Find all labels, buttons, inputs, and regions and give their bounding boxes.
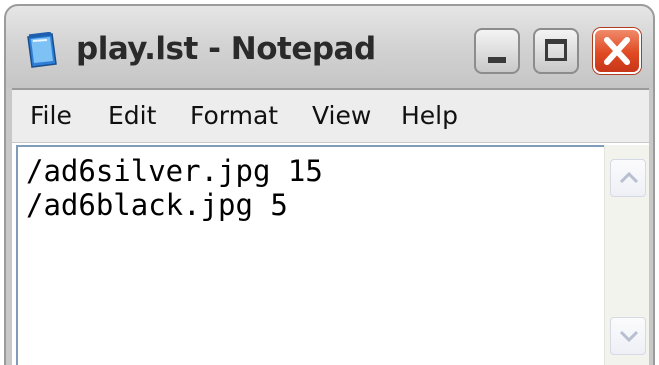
- close-icon: [604, 37, 630, 65]
- editor-line: /ad6black.jpg 5: [26, 188, 288, 222]
- minimize-icon: [488, 57, 506, 63]
- menu-view[interactable]: View: [312, 90, 371, 142]
- window-frame-left: [4, 88, 12, 365]
- chevron-up-icon: [619, 171, 639, 184]
- window-frame-right: [649, 88, 655, 365]
- title-bar[interactable]: play.lst - Notepad: [4, 4, 655, 90]
- scroll-up-button[interactable]: [610, 159, 646, 197]
- scroll-down-button[interactable]: [610, 317, 646, 355]
- editor-line: /ad6silver.jpg 15: [26, 154, 323, 188]
- notepad-window: play.lst - Notepad File Edit Format View…: [4, 4, 655, 365]
- minimize-button[interactable]: [474, 28, 520, 74]
- text-editor[interactable]: /ad6silver.jpg 15 /ad6black.jpg 5: [16, 145, 604, 365]
- window-title: play.lst - Notepad: [76, 31, 376, 67]
- notepad-icon: [27, 32, 57, 68]
- menu-file[interactable]: File: [30, 90, 72, 142]
- menu-help[interactable]: Help: [401, 90, 458, 142]
- maximize-button[interactable]: [533, 28, 579, 74]
- menu-edit[interactable]: Edit: [108, 90, 156, 142]
- menu-bar: File Edit Format View Help: [12, 90, 649, 143]
- menu-format[interactable]: Format: [190, 90, 278, 142]
- chevron-down-icon: [619, 330, 639, 343]
- maximize-icon: [545, 39, 567, 61]
- vertical-scrollbar[interactable]: [604, 145, 649, 365]
- close-button[interactable]: [593, 28, 641, 74]
